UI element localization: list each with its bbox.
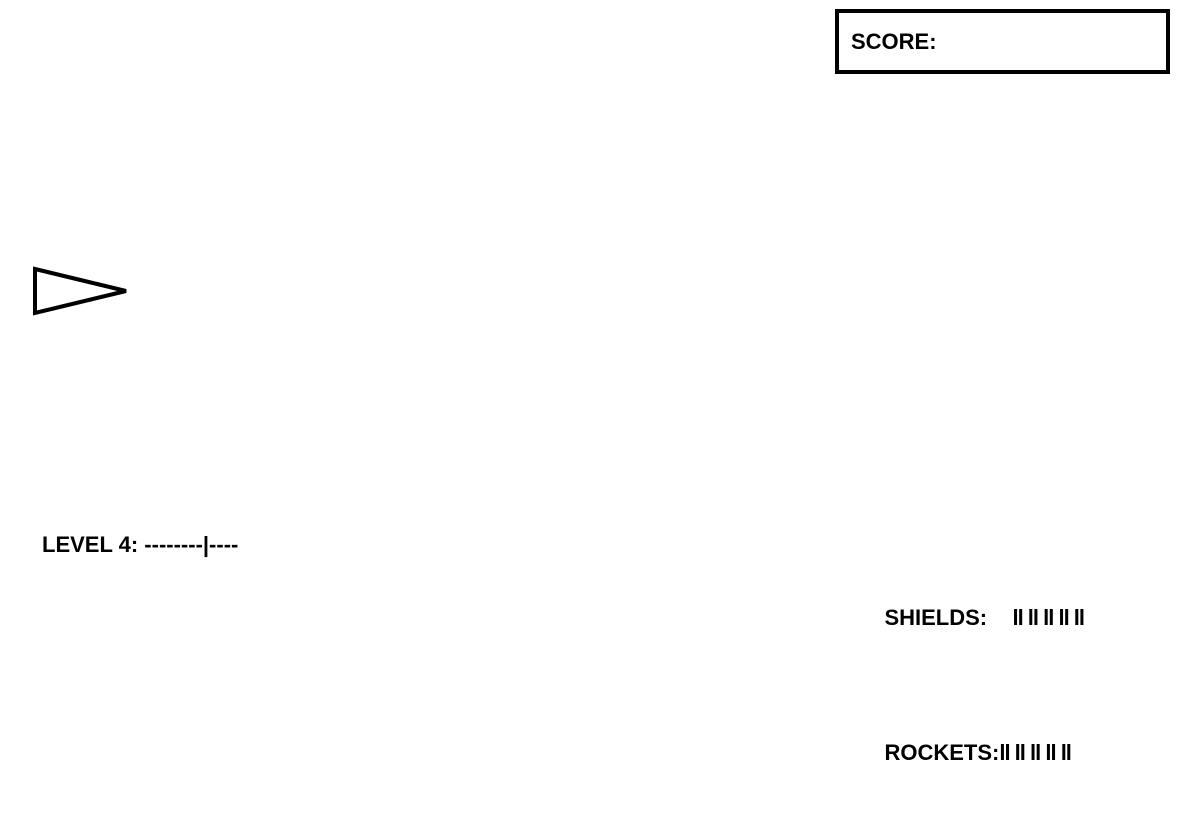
score-panel: SCORE:: [835, 9, 1170, 74]
player-ship-icon: [33, 266, 127, 316]
level-progress: LEVEL 4: --------|----: [42, 532, 239, 557]
rockets-bars: ll ll ll ll ll: [999, 740, 1072, 765]
shields-label: SHIELDS:: [884, 605, 988, 630]
rockets-label: ROCKETS:: [884, 740, 1000, 765]
score-label: SCORE:: [851, 29, 937, 54]
game-screen: { "score": { "label": "SCORE:", "value":…: [0, 0, 1200, 765]
rockets-row: ROCKETS:ll ll ll ll ll: [860, 712, 1084, 793]
shields-row: SHIELDS: ll ll ll ll ll: [860, 577, 1085, 658]
status-panel: SHIELDS: ll ll ll ll ll ROCKETS:ll ll ll …: [860, 523, 1085, 820]
shields-bars: ll ll ll ll ll: [1012, 605, 1085, 630]
